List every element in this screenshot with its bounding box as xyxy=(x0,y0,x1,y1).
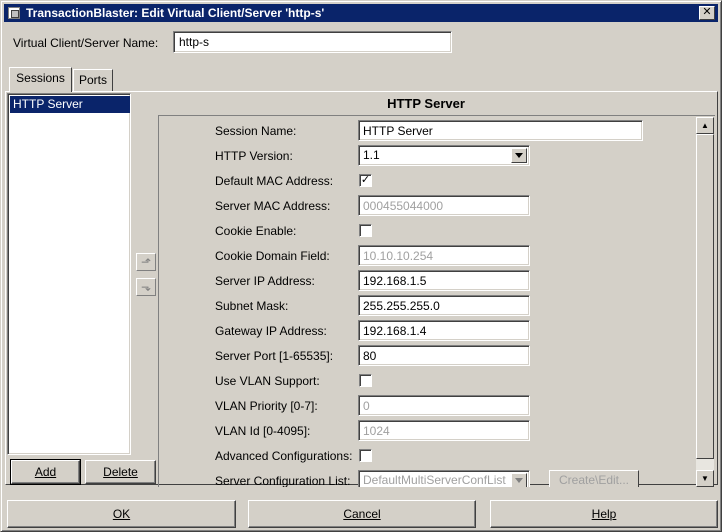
scroll-thumb[interactable] xyxy=(696,134,714,459)
server-mac-input[interactable] xyxy=(358,195,530,216)
help-button[interactable]: Help xyxy=(490,500,718,528)
gateway-ip-label: Gateway IP Address: xyxy=(215,324,327,338)
add-button-label: Add xyxy=(34,465,57,479)
advanced-label: Advanced Configurations: xyxy=(215,449,353,463)
session-list[interactable]: HTTP Server xyxy=(7,93,131,455)
cookie-enable-label: Cookie Enable: xyxy=(215,224,297,238)
list-item[interactable]: HTTP Server xyxy=(10,96,130,113)
close-button[interactable]: ✕ xyxy=(699,6,715,20)
app-icon xyxy=(8,7,20,19)
server-ip-label: Server IP Address: xyxy=(215,274,315,288)
scroll-down-icon: ▼ xyxy=(701,474,709,483)
cookie-domain-input[interactable] xyxy=(358,245,530,266)
cookie-enable-checkbox[interactable] xyxy=(359,224,372,237)
server-config-list-value: DefaultMultiServerConfList xyxy=(363,473,506,487)
delete-button[interactable]: Delete xyxy=(85,460,156,484)
http-version-value: 1.1 xyxy=(363,148,380,162)
server-port-input[interactable] xyxy=(358,345,530,366)
row-cookie-enable: Cookie Enable: xyxy=(159,218,696,243)
use-vlan-checkbox[interactable] xyxy=(359,374,372,387)
tab-ports[interactable]: Ports xyxy=(73,69,113,91)
window-title: TransactionBlaster: Edit Virtual Client/… xyxy=(26,6,325,20)
server-mac-label: Server MAC Address: xyxy=(215,199,331,213)
help-button-label: Help xyxy=(591,507,617,521)
default-mac-label: Default MAC Address: xyxy=(215,174,334,188)
subnet-mask-input[interactable] xyxy=(358,295,530,316)
row-server-mac: Server MAC Address: xyxy=(159,193,696,218)
row-server-port: Server Port [1-65535]: xyxy=(159,343,696,368)
cancel-button[interactable]: Cancel xyxy=(248,500,476,528)
delete-button-label: Delete xyxy=(103,465,138,479)
row-session-name: Session Name: xyxy=(159,118,696,143)
server-port-label: Server Port [1-65535]: xyxy=(215,349,334,363)
server-config-list-label: Server Configuration List: xyxy=(215,474,351,487)
tab-sessions[interactable]: Sessions xyxy=(9,67,72,92)
ok-button-label: OK xyxy=(112,507,131,521)
row-use-vlan: Use VLAN Support: xyxy=(159,368,696,393)
create-edit-button[interactable]: Create\Edit... xyxy=(549,470,639,487)
scroll-down-button[interactable]: ▼ xyxy=(696,470,714,487)
row-cookie-domain: Cookie Domain Field: xyxy=(159,243,696,268)
scroll-up-icon: ▲ xyxy=(701,121,709,130)
vlan-id-input[interactable] xyxy=(358,420,530,441)
server-ip-input[interactable] xyxy=(358,270,530,291)
dialog-window: TransactionBlaster: Edit Virtual Client/… xyxy=(0,0,722,532)
vlan-id-label: VLAN Id [0-4095]: xyxy=(215,424,311,438)
scroll-up-button[interactable]: ▲ xyxy=(696,117,714,134)
name-label: Virtual Client/Server Name: xyxy=(13,36,159,50)
row-server-ip: Server IP Address: xyxy=(159,268,696,293)
gateway-ip-input[interactable] xyxy=(358,320,530,341)
move-up-icon: ⬏ xyxy=(140,255,152,269)
server-config-list-select[interactable]: DefaultMultiServerConfList xyxy=(358,470,530,487)
row-vlan-id: VLAN Id [0-4095]: xyxy=(159,418,696,443)
add-button[interactable]: Add xyxy=(10,459,81,485)
move-up-button[interactable]: ⬏ xyxy=(136,253,156,271)
cancel-button-label: Cancel xyxy=(343,507,381,521)
session-form: Session Name: HTTP Version: 1.1 Default … xyxy=(158,115,715,487)
row-subnet-mask: Subnet Mask: xyxy=(159,293,696,318)
form-scrollbar[interactable]: ▲ ▼ xyxy=(696,117,714,487)
http-version-label: HTTP Version: xyxy=(215,149,293,163)
panel-title: HTTP Server xyxy=(387,96,465,111)
name-input[interactable] xyxy=(173,31,452,53)
session-name-label: Session Name: xyxy=(215,124,297,138)
http-version-select[interactable]: 1.1 xyxy=(358,145,530,166)
row-gateway-ip: Gateway IP Address: xyxy=(159,318,696,343)
advanced-checkbox[interactable] xyxy=(359,449,372,462)
ok-button[interactable]: OK xyxy=(7,500,236,528)
session-name-input[interactable] xyxy=(358,120,643,141)
close-icon: ✕ xyxy=(702,6,712,18)
row-http-version: HTTP Version: 1.1 xyxy=(159,143,696,168)
chevron-down-icon[interactable] xyxy=(511,473,527,487)
title-bar: TransactionBlaster: Edit Virtual Client/… xyxy=(4,4,718,22)
vlan-priority-label: VLAN Priority [0-7]: xyxy=(215,399,318,413)
move-down-button[interactable]: ⬎ xyxy=(136,278,156,296)
use-vlan-label: Use VLAN Support: xyxy=(215,374,320,388)
chevron-down-icon[interactable] xyxy=(511,148,527,163)
row-advanced: Advanced Configurations: xyxy=(159,443,696,468)
row-default-mac: Default MAC Address: ✓ xyxy=(159,168,696,193)
check-icon: ✓ xyxy=(360,174,371,186)
move-down-icon: ⬎ xyxy=(140,280,152,294)
vlan-priority-input[interactable] xyxy=(358,395,530,416)
row-server-config-list: Server Configuration List: DefaultMultiS… xyxy=(159,468,696,487)
cookie-domain-label: Cookie Domain Field: xyxy=(215,249,330,263)
default-mac-checkbox[interactable]: ✓ xyxy=(359,174,372,187)
subnet-mask-label: Subnet Mask: xyxy=(215,299,289,313)
row-vlan-priority: VLAN Priority [0-7]: xyxy=(159,393,696,418)
